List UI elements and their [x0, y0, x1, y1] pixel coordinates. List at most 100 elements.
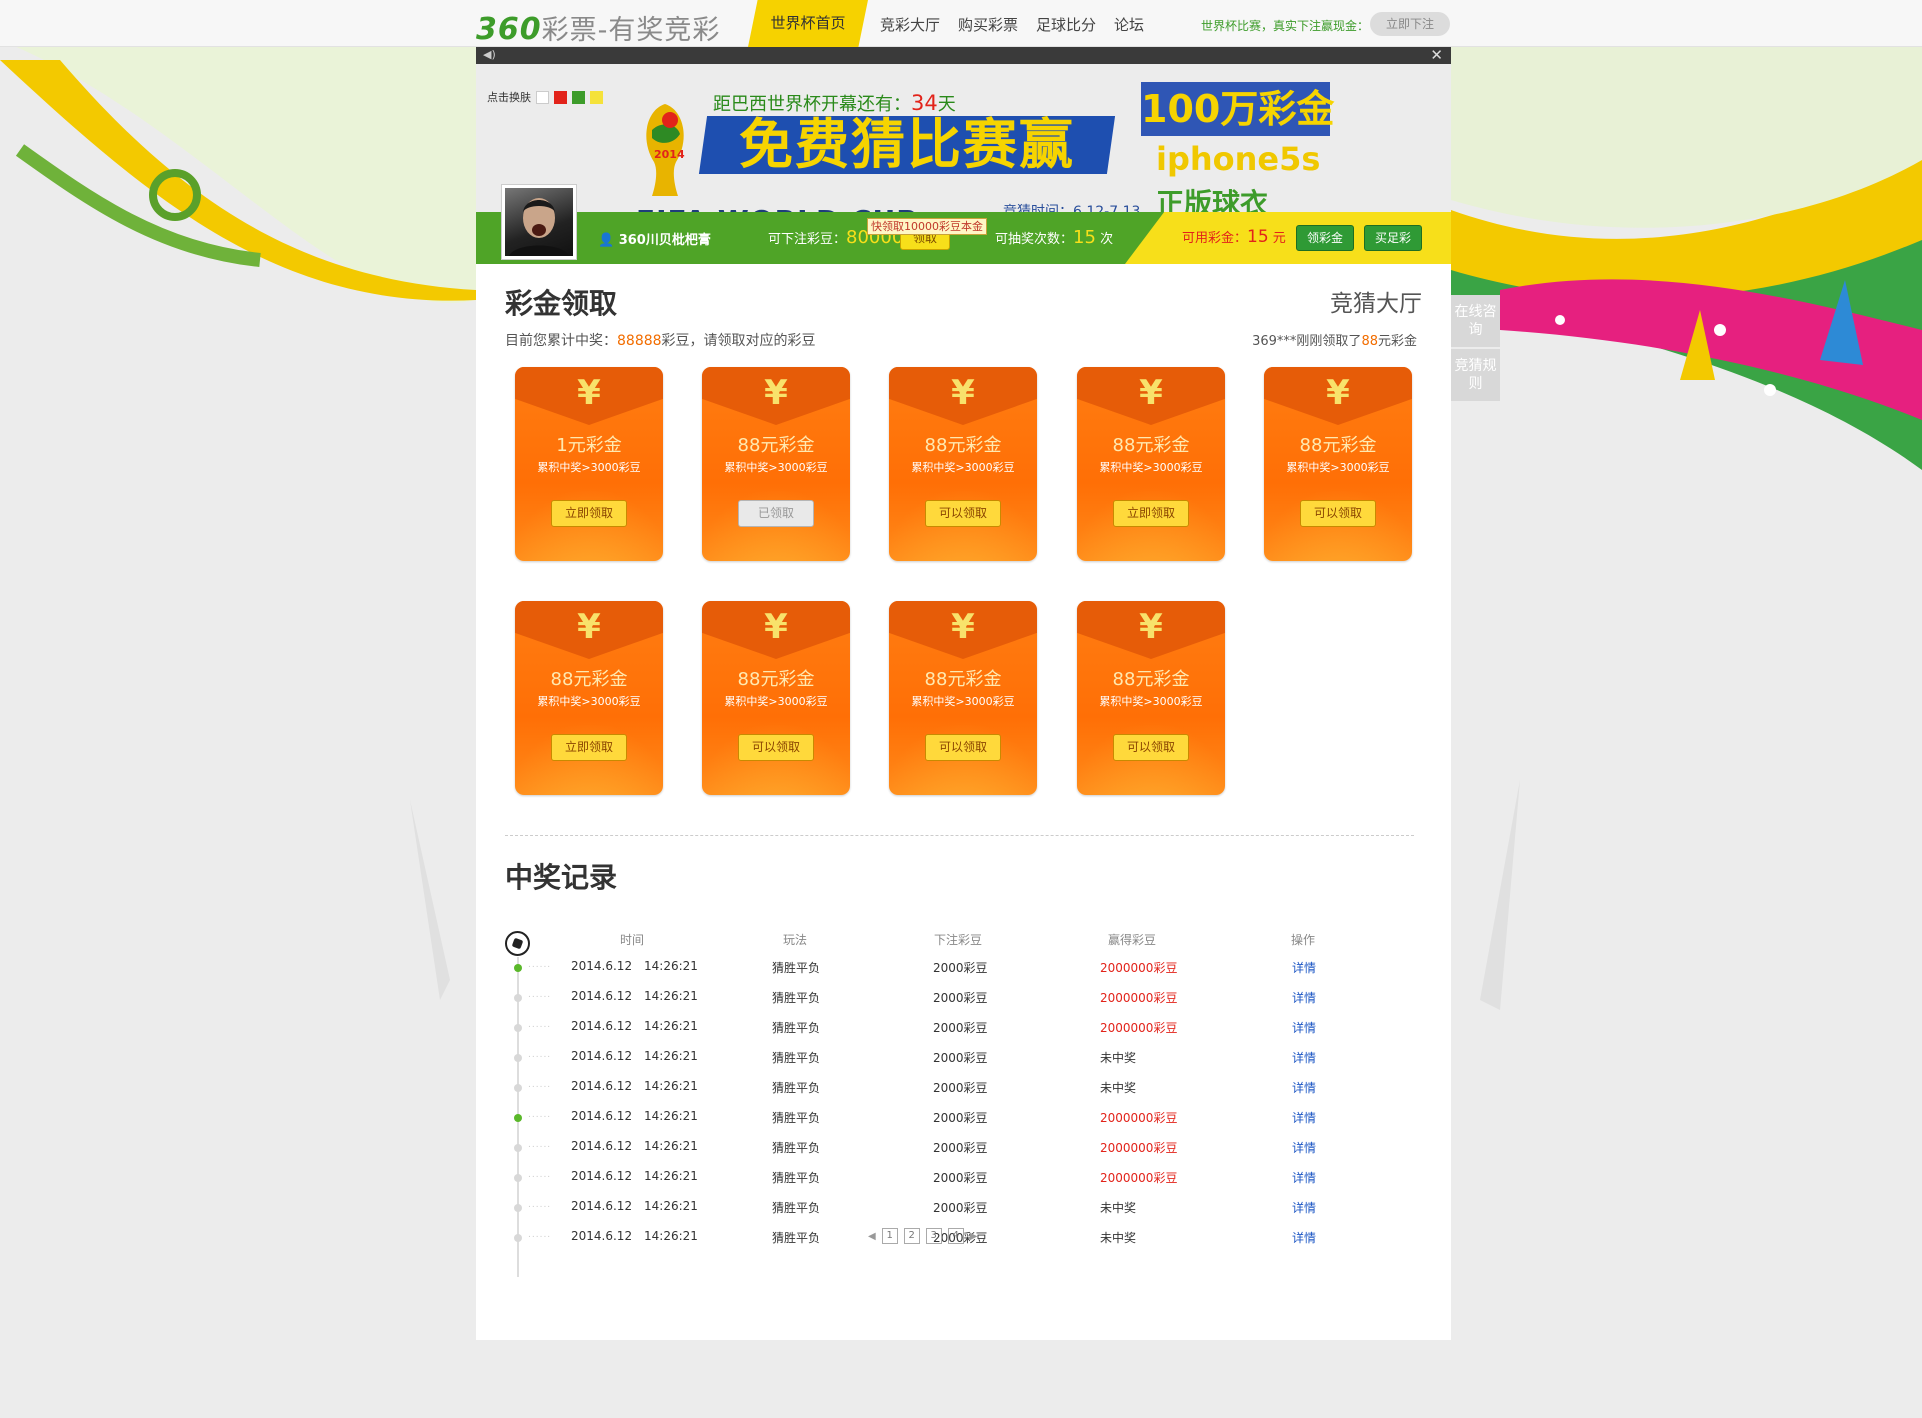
record-time: 14:26:21 [644, 1169, 698, 1183]
row-leader-dots: ...... [528, 1230, 552, 1240]
card-condition: 累积中奖>3000彩豆 [1099, 461, 1203, 474]
guess-rules-tab[interactable]: 竞猜规则 [1451, 349, 1500, 401]
worldcup-banner: 点击换肤 2014 距巴西世界杯开幕还有：34天 免费猜比赛赢 100万彩金 i… [476, 64, 1451, 260]
record-date: 2014.6.12 [571, 1019, 633, 1033]
draw-label: 可抽奖次数： [995, 232, 1074, 247]
record-detail-link[interactable]: 详情 [1292, 959, 1316, 976]
side-floating-tabs: 在线咨询 竞猜规则 [1451, 295, 1500, 403]
card-condition: 累积中奖>3000彩豆 [911, 461, 1015, 474]
record-detail-link[interactable]: 详情 [1292, 1199, 1316, 1216]
page-3[interactable]: 3 [925, 1228, 942, 1244]
card-amount: 88元彩金 [924, 669, 1002, 690]
cash-envelope-card: ¥88元彩金 累积中奖>3000彩豆 可以领取 [889, 601, 1037, 795]
skin-swatch-green[interactable] [572, 90, 585, 104]
cash-envelope-card: ¥1元彩金累积中奖>3000彩豆立即领取 [515, 367, 663, 561]
cash-label: 可用彩金： [1182, 231, 1248, 246]
timeline-dot [514, 994, 522, 1002]
card-claim-button[interactable]: 立即领取 [551, 734, 627, 761]
card-claim-button[interactable]: 立即领取 [551, 500, 627, 527]
card-claim-button[interactable]: 已领取 [738, 500, 814, 527]
record-bet: 2000彩豆 [933, 991, 988, 1005]
record-date: 2014.6.12 [571, 1139, 633, 1153]
prev-page-icon[interactable]: ◀ [868, 1231, 876, 1242]
pagination: ◀ 1 2 3 4 ▶ [868, 1228, 977, 1244]
user-avatar[interactable] [501, 184, 577, 260]
note-amount: 88888 [617, 333, 662, 349]
main-slogan: 免费猜比赛赢 [698, 113, 1116, 176]
record-detail-link[interactable]: 详情 [1292, 1109, 1316, 1126]
row-leader-dots: ...... [528, 1020, 552, 1030]
trophy-year: 2014 [654, 148, 685, 161]
record-detail-link[interactable]: 详情 [1292, 1049, 1316, 1066]
nav-link-forum[interactable]: 论坛 [1114, 14, 1144, 35]
nav-link-buy-lottery[interactable]: 购买彩票 [958, 14, 1018, 35]
card-condition: 累积中奖>3000彩豆 [724, 461, 828, 474]
user-icon: 👤 [598, 233, 619, 248]
skin-label: 点击换肤 [487, 91, 531, 104]
card-claim-button[interactable]: 立即领取 [1113, 500, 1189, 527]
cash-envelope-card: ¥88元彩金 累积中奖>3000彩豆 可以领取 [1264, 367, 1412, 561]
record-time: 14:26:21 [644, 1049, 698, 1063]
record-bet: 2000彩豆 [933, 1111, 988, 1125]
card-amount: 88元彩金 [550, 669, 628, 690]
get-cash-button[interactable]: 领彩金 [1296, 225, 1355, 251]
card-claim-button[interactable]: 可以领取 [925, 734, 1001, 761]
record-detail-link[interactable]: 详情 [1292, 1019, 1316, 1036]
card-claim-button[interactable]: 可以领取 [1113, 734, 1189, 761]
card-amount: 88元彩金 [924, 435, 1002, 456]
nav-worldcup-home[interactable]: 世界杯首页 [748, 0, 868, 47]
record-time: 14:26:21 [644, 1019, 698, 1033]
record-bet: 2000彩豆 [933, 961, 988, 975]
world-cup-trophy-logo: 2014 [646, 104, 685, 196]
skin-swatch-red[interactable] [554, 90, 567, 104]
record-date: 2014.6.12 [571, 1229, 633, 1243]
record-detail-link[interactable]: 详情 [1292, 1169, 1316, 1186]
card-condition: 累积中奖>3000彩豆 [537, 461, 641, 474]
record-won: 未中奖 [1100, 1201, 1137, 1215]
record-detail-link[interactable]: 详情 [1292, 1229, 1316, 1246]
cash-envelope-card: ¥88元彩金 累积中奖>3000彩豆 已领取 [702, 367, 850, 561]
cash-envelope-card: ¥88元彩金 累积中奖>3000彩豆 可以领取 [889, 367, 1037, 561]
main-wrapper: ◀) ✕ 点击换肤 2014 距巴西世界杯开幕还有：34天 免费猜比赛赢 100… [476, 46, 1451, 1340]
audio-bar: ◀) ✕ [476, 46, 1451, 64]
record-detail-link[interactable]: 详情 [1292, 1139, 1316, 1156]
speaker-icon[interactable]: ◀) [483, 48, 496, 61]
card-claim-button[interactable]: 可以领取 [738, 734, 814, 761]
record-detail-link[interactable]: 详情 [1292, 989, 1316, 1006]
timeline-dot [514, 964, 522, 972]
page-1[interactable]: 1 [881, 1228, 898, 1244]
page-4[interactable]: 4 [947, 1228, 964, 1244]
nav-link-football-scores[interactable]: 足球比分 [1036, 14, 1096, 35]
timeline-dot [514, 1084, 522, 1092]
online-consult-tab[interactable]: 在线咨询 [1451, 295, 1500, 347]
nav-link-lottery-hall[interactable]: 竞彩大厅 [880, 14, 940, 35]
bet-now-button[interactable]: 立即下注 [1370, 12, 1450, 36]
record-time: 14:26:21 [644, 1229, 698, 1243]
yen-icon: ¥ [577, 373, 601, 413]
site-logo[interactable]: 360彩票-有奖竞彩 [476, 8, 720, 47]
card-claim-button[interactable]: 可以领取 [1300, 500, 1376, 527]
record-play: 猜胜平负 [772, 961, 821, 975]
logo-text: 彩票-有奖竞彩 [541, 15, 721, 46]
skin-swatch-white[interactable] [536, 90, 549, 104]
buy-lottery-button[interactable]: 买足彩 [1364, 225, 1423, 251]
card-amount: 1元彩金 [556, 435, 622, 456]
record-bet: 2000彩豆 [933, 1201, 988, 1215]
close-icon[interactable]: ✕ [1430, 46, 1443, 64]
username: 👤 360川贝枇杷膏 [598, 229, 711, 248]
right-note-prefix: 369***刚刚领取了 [1252, 334, 1362, 349]
header-time: 时间 [620, 933, 645, 947]
skin-swatch-yellow[interactable] [590, 90, 603, 104]
row-leader-dots: ...... [528, 1110, 552, 1120]
record-detail-link[interactable]: 详情 [1292, 1079, 1316, 1096]
row-leader-dots: ...... [528, 1050, 552, 1060]
card-claim-button[interactable]: 可以领取 [925, 500, 1001, 527]
next-page-icon[interactable]: ▶ [970, 1231, 978, 1242]
card-condition: 累积中奖>3000彩豆 [1286, 461, 1390, 474]
header-won: 赢得彩豆 [1108, 933, 1157, 947]
card-condition: 累积中奖>3000彩豆 [911, 695, 1015, 708]
countdown-days: 34 [911, 91, 938, 115]
page-2[interactable]: 2 [903, 1228, 920, 1244]
guess-hall-link[interactable]: 竞猜大厅 [1330, 284, 1422, 318]
available-cash: 可用彩金：15 元 [1182, 227, 1286, 247]
